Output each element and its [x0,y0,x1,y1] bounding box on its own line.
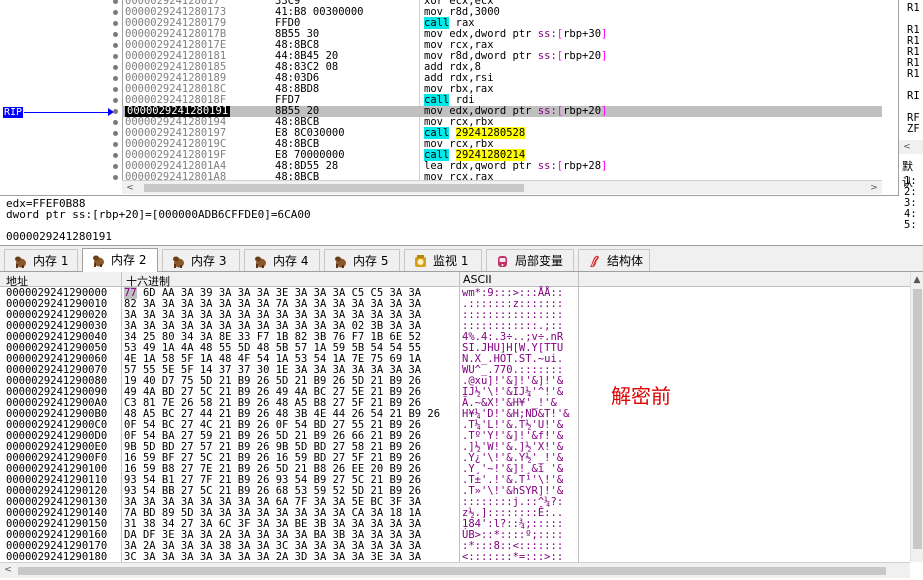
dump-tab-bar: 内存 1 内存 2 内存 3 内存 4 内存 5 监视 1 局部变量 结构体 [0,247,923,272]
annotation-note: 解密前 [611,384,671,408]
breakpoint-dot-icon[interactable] [113,43,118,48]
breakpoint-dot-icon[interactable] [113,32,118,37]
info-address: 0000029241280191 [6,230,112,243]
tab-label: 内存 1 [33,254,69,268]
disasm-horizontal-scrollbar[interactable]: < > [122,180,882,194]
scroll-left-icon[interactable]: < [124,182,136,194]
memory-icon [253,254,268,269]
register-label[interactable]: ZF [907,124,920,135]
breakpoint-dot-icon[interactable] [113,120,118,125]
dump-vertical-scrollbar[interactable]: ▲ [910,272,923,562]
breakpoint-dot-icon[interactable] [113,54,118,59]
struct-icon [587,254,602,269]
dump-header: 地址 十六进制 ASCII [0,272,910,288]
tab-label: 结构体 [607,254,644,268]
current-instruction-row[interactable]: 0000029241280191 8B55 20 mov edx,dword ptr… [113,106,882,117]
breakpoint-dot-icon[interactable] [113,10,118,15]
tab-7[interactable]: 局部变量 [486,249,574,271]
instruction-row[interactable]: 0000029241280189 48:03D6 add rdx,rsi [113,73,882,84]
scrollbar-thumb[interactable] [18,567,886,575]
scroll-left-icon[interactable]: < [2,564,14,576]
register-label[interactable]: RI [907,91,920,102]
tab-6[interactable]: 监视 1 [404,249,482,271]
ascii-column-header[interactable]: ASCII [463,273,492,286]
tab-label: 内存 5 [353,254,389,268]
branch-arrow-gutter: RIP [0,0,122,180]
breakpoint-dot-icon[interactable] [113,142,118,147]
tab-label: 监视 1 [433,254,469,268]
breakpoint-dot-icon[interactable] [113,98,118,103]
breakpoint-dot-icon[interactable] [113,153,118,158]
tab-5[interactable]: 内存 5 [324,249,400,271]
memory-icon [13,254,28,269]
register-label[interactable]: R1 [907,69,920,80]
watch-icon [413,254,428,269]
breakpoint-dot-icon[interactable] [113,87,118,92]
tab-label: 内存 4 [273,254,309,268]
instruction-row[interactable]: 0000029241280173 41:B8 00300000 mov r8d,30… [113,7,882,18]
breakpoint-dot-icon[interactable] [113,76,118,81]
rip-label: RIP [3,107,24,118]
disassembly-pane[interactable]: RIP 000002924128017 33C9 xor ecx,ecx 000002… [0,0,898,196]
locals-icon [495,254,510,269]
instruction-row[interactable]: 00000292412801A4 48:8D55 28 lea rdx,qword … [113,161,882,172]
scroll-left-icon[interactable]: < [901,141,913,153]
scrollbar-thumb[interactable] [913,289,922,549]
instruction-row[interactable]: 0000029241280197 E8 8C030000 call 29241280… [113,127,882,139]
breakpoint-dot-icon[interactable] [113,65,118,70]
tab-label: 内存 2 [111,253,147,267]
scroll-right-icon[interactable]: > [868,182,880,194]
breakpoint-dot-icon[interactable] [113,164,118,169]
scrollbar-thumb[interactable] [144,184,524,192]
instruction-row[interactable]: 0000029241280185 48:83C2 08 add rdx,8 [113,62,882,73]
register-panel[interactable]: < 默认 R1 R1 R1 R1 R1 R1 RI RF ZF 1: 2: 3: 4: 5: [898,0,923,231]
tab-label: 局部变量 [515,254,564,268]
info-pane: edx=FFEF0B88 dword ptr ss:[rbp+20]=[0000… [0,197,898,245]
tab-4[interactable]: 内存 4 [244,249,320,271]
instruction-row[interactable]: 000002924128017 33C9 xor ecx,ecx [113,0,882,7]
call-arg-label: 5: [904,219,917,231]
info-operand-value: dword ptr ss:[rbp+20]=[000000ADB6CFFDE0]… [6,208,311,221]
memory-dump-pane[interactable]: 地址 十六进制 ASCII 0000029241290000 77 6D AA 3… [0,272,923,580]
dump-horizontal-scrollbar[interactable]: < [0,562,910,578]
tab-label: 内存 3 [191,254,227,268]
breakpoint-dot-icon[interactable] [113,21,118,26]
tab-3[interactable]: 内存 3 [162,249,240,271]
tab-1[interactable]: 内存 1 [4,249,78,271]
instruction-row[interactable]: 000002924128018C 48:8BD8 mov rbx,rax [113,84,882,95]
breakpoint-dot-icon[interactable] [113,131,118,136]
register-scrollbar[interactable]: < [899,140,923,154]
breakpoint-dot-icon[interactable] [113,175,118,180]
tab-8[interactable]: 结构体 [578,249,650,271]
tab-2[interactable]: 内存 2 [82,248,158,272]
rip-arrow-icon [24,112,112,113]
scroll-up-icon[interactable]: ▲ [911,274,923,286]
memory-icon [91,253,106,268]
memory-icon [333,254,348,269]
memory-icon [171,254,186,269]
instruction-row[interactable]: 0000029241280181 44:8B45 20 mov r8d,dword … [113,51,882,62]
instruction-row[interactable]: 000002924128017B 8B55 30 mov edx,dword ptr… [113,29,882,40]
breakpoint-dot-icon[interactable] [113,109,118,114]
register-label[interactable]: R1 [907,3,920,14]
